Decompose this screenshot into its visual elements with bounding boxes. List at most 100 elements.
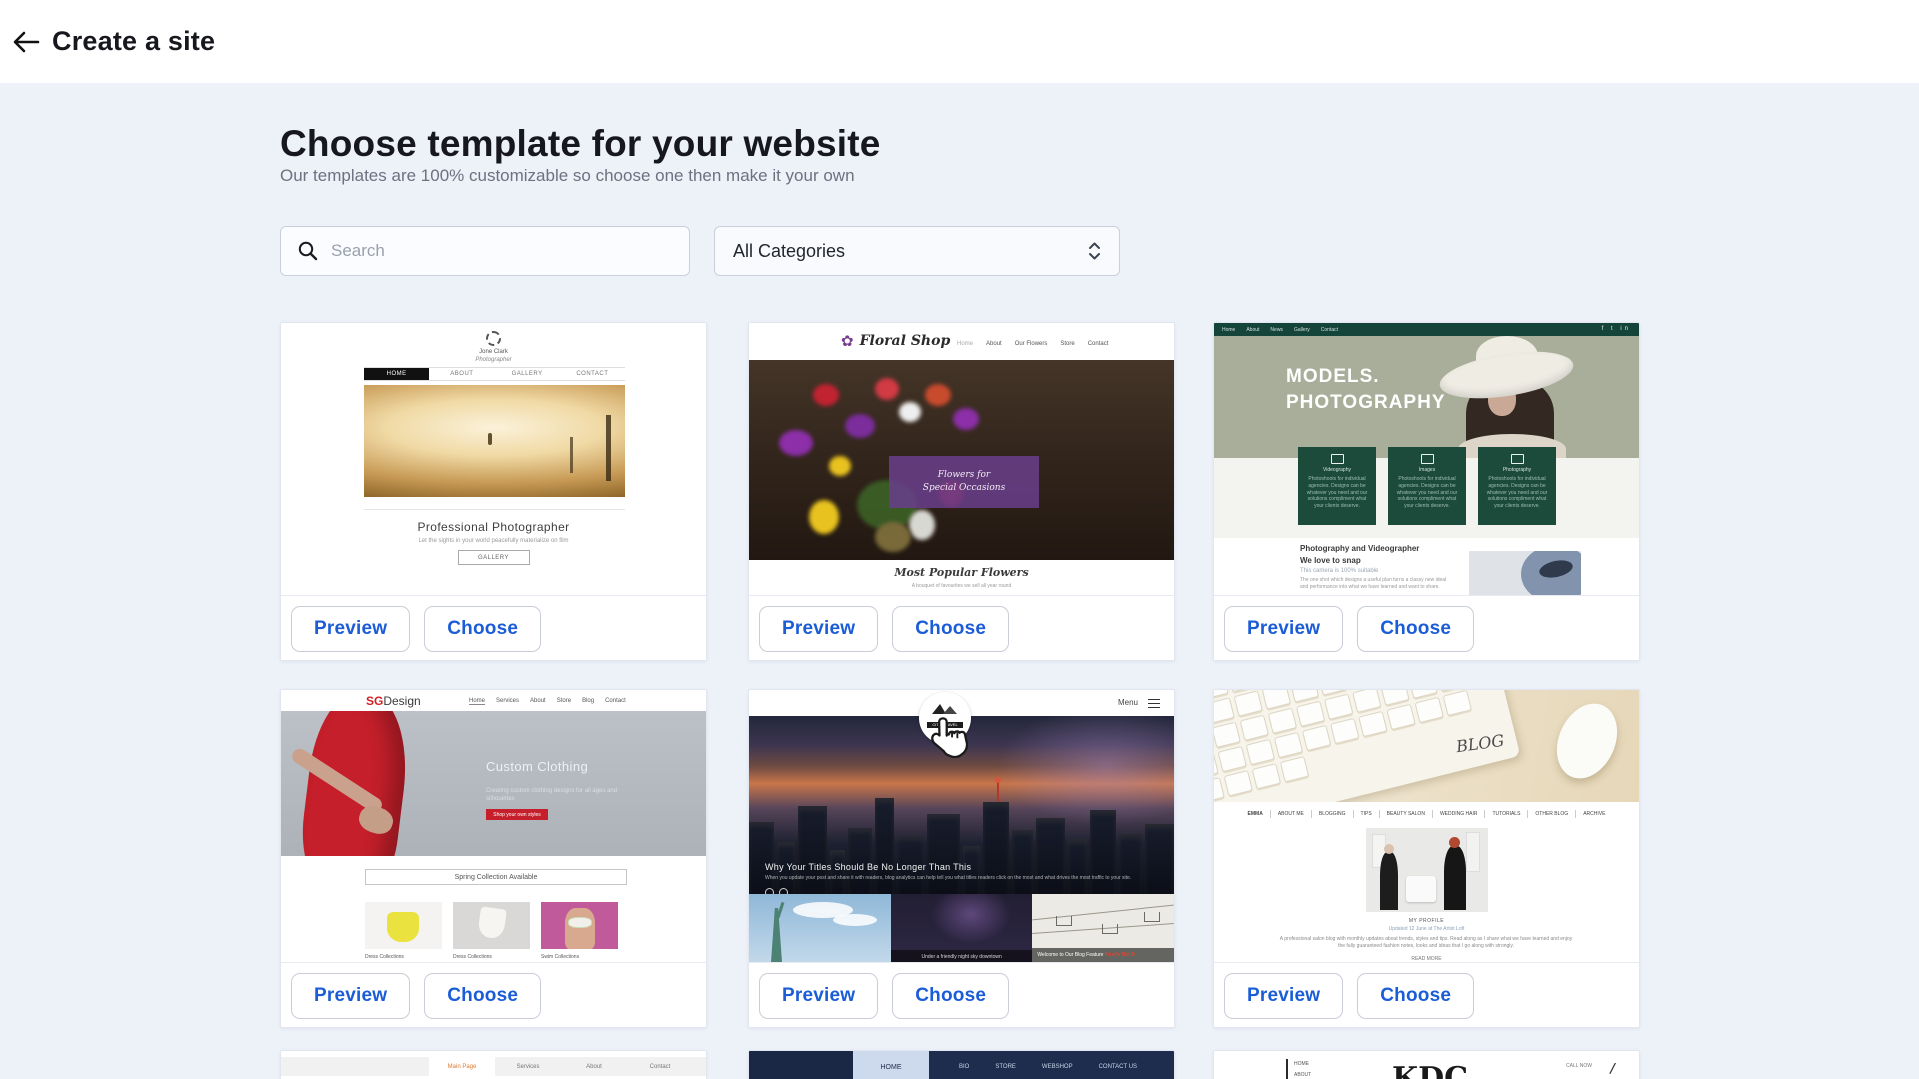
hero-image-sunset-field	[364, 385, 625, 497]
preview-button[interactable]: Preview	[1224, 973, 1343, 1019]
nav-item: CONTACT	[560, 368, 625, 380]
site-title: Professional Photographer	[281, 520, 706, 534]
search-input[interactable]	[331, 241, 661, 261]
site-brand: KDC	[1392, 1061, 1468, 1079]
photo-subcaption: Updated 12 June at The Artist Loft	[1214, 926, 1639, 932]
product-image-yellow-dress	[365, 902, 442, 949]
feature-card: Photography Photoshoots for individual a…	[1478, 447, 1556, 525]
site-nav: HomeServicesAboutStoreBlogContact	[469, 698, 626, 705]
nav-item: ARCHIVE	[1576, 810, 1612, 818]
site-navbar: HOME BIOSTOREWEBSHOPCONTACT US	[749, 1051, 1174, 1079]
site-nav: HomeAboutOur FlowersStoreContact	[957, 341, 1108, 347]
thumb-statue-of-liberty	[749, 894, 891, 962]
preview-button[interactable]: Preview	[291, 973, 410, 1019]
thumb-night-city: Under a friendly night sky downtown	[891, 894, 1033, 962]
template-card-sg-design: SGDesign HomeServicesAboutStoreBlogConta…	[280, 689, 707, 1028]
search-box[interactable]	[280, 226, 690, 276]
template-card-keyboard-blog: BLOG EMMAABOUT MEBLOGGINGTIPSBEAUTY SALO…	[1213, 689, 1640, 1028]
blog-thumbnails: Under a friendly night sky downtown Welc…	[749, 894, 1174, 962]
category-value: All Categories	[733, 241, 845, 262]
template-thumbnail[interactable]: Menu Why Your Titles Should Be No Longer…	[749, 690, 1174, 962]
page-root: Create a site Choose template for your w…	[0, 0, 1919, 1079]
banner-box: Spring Collection Available	[365, 869, 627, 885]
choose-button[interactable]: Choose	[892, 606, 1009, 652]
template-thumbnail[interactable]: HOME BIOSTOREWEBSHOPCONTACT US	[749, 1051, 1174, 1079]
card-footer: Preview Choose	[749, 962, 1174, 1028]
about-subtitle: We love to snap	[1300, 556, 1361, 565]
arrow-left-icon	[12, 30, 40, 54]
photo-caption: MY PROFILE	[1214, 918, 1639, 924]
image-icon	[1421, 454, 1434, 464]
antenna-tower	[997, 780, 999, 802]
hero-overlay: Flowers for Special Occasions	[889, 456, 1039, 508]
card-footer: Preview Choose	[281, 595, 706, 661]
template-thumbnail[interactable]: SGDesign HomeServicesAboutStoreBlogConta…	[281, 690, 706, 962]
choose-button[interactable]: Choose	[1357, 606, 1474, 652]
mouse	[1546, 694, 1629, 788]
hamburger-icon	[1148, 699, 1160, 708]
template-thumbnail[interactable]: ✿ Floral Shop HomeAboutOur FlowersStoreC…	[749, 323, 1174, 595]
nav-item: Store	[1060, 341, 1074, 347]
preview-button[interactable]: Preview	[759, 606, 878, 652]
nav-item: About	[986, 341, 1002, 347]
nav-item: TUTORIALS	[1485, 810, 1528, 818]
choose-button[interactable]: Choose	[1357, 973, 1474, 1019]
hero-title: Custom Clothing	[486, 759, 588, 774]
site-nav: HOMEABOUTGALLERYCONTACT	[364, 367, 625, 381]
nav-item: WEDDING HAIR	[1433, 810, 1486, 818]
product-label: Dress Collections	[453, 954, 492, 960]
hero-cta: Shop your own styles	[486, 809, 548, 820]
preview-button[interactable]: Preview	[291, 606, 410, 652]
nav-item: Services	[495, 1057, 561, 1076]
nav-item: ABOUT ME	[1271, 810, 1312, 818]
template-thumbnail[interactable]: BLOG EMMAABOUT MEBLOGGINGTIPSBEAUTY SALO…	[1214, 690, 1639, 962]
preview-button[interactable]: Preview	[759, 973, 878, 1019]
template-thumbnail[interactable]: Jone Clark Photographer HOMEABOUTGALLERY…	[281, 323, 706, 595]
menu-label: Menu	[1118, 698, 1138, 707]
nav-item: Our Flowers	[1015, 341, 1048, 347]
section-heading: Choose template for your website	[280, 123, 881, 165]
search-icon	[297, 240, 319, 262]
nav-item: Contact	[627, 1057, 693, 1076]
preview-button[interactable]: Preview	[1224, 606, 1343, 652]
nav-item: EMMA	[1241, 810, 1271, 818]
template-thumbnail[interactable]: HOME ABOUT KDC CALL NOW /	[1214, 1051, 1639, 1079]
active-tab: HOME	[853, 1051, 929, 1079]
template-card-navy-site: HOME BIOSTOREWEBSHOPCONTACT US	[748, 1050, 1175, 1079]
section-subheading: Our templates are 100% customizable so c…	[280, 166, 855, 186]
nav-item: Home	[1222, 327, 1235, 333]
nav-item: Main Page	[429, 1057, 495, 1076]
slash-mark: /	[1608, 1061, 1616, 1079]
about-note: This camera is 100% suitable	[1300, 568, 1378, 574]
template-thumbnail[interactable]: HomeAboutNewsGalleryContact f t in MODEL…	[1214, 323, 1639, 595]
template-card-tabs-site: Main PageServicesAboutContact	[280, 1050, 707, 1079]
card-footer: Preview Choose	[749, 595, 1174, 661]
choose-button[interactable]: Choose	[424, 973, 541, 1019]
about-title: Photography and Videographer	[1300, 544, 1419, 553]
hero-title: Why Your Titles Should Be No Longer Than…	[765, 862, 971, 872]
hero-image-tulips: Flowers for Special Occasions	[749, 360, 1174, 560]
nav-item: BLOGGING	[1312, 810, 1354, 818]
choose-button[interactable]: Choose	[424, 606, 541, 652]
site-cta: GALLERY	[458, 550, 530, 565]
social-icons: f t in	[1602, 326, 1631, 332]
mountains-icon	[930, 701, 960, 715]
site-nav: BIOSTOREWEBSHOPCONTACT US	[959, 1064, 1137, 1070]
nav-item: GALLERY	[495, 368, 560, 380]
site-logo-role: Photographer	[281, 357, 706, 363]
nav-item: TIPS	[1354, 810, 1380, 818]
camera-icon	[1511, 454, 1524, 464]
back-button[interactable]	[8, 28, 44, 58]
film-icon	[1331, 454, 1344, 464]
card-footer: Preview Choose	[1214, 962, 1639, 1028]
choose-button[interactable]: Choose	[892, 973, 1009, 1019]
nav-item: Gallery	[1294, 327, 1310, 333]
category-select[interactable]: All Categories	[714, 226, 1120, 276]
nav-item: About	[561, 1057, 627, 1076]
nav-item: STORE	[995, 1064, 1016, 1070]
template-thumbnail[interactable]: Main PageServicesAboutContact	[281, 1051, 706, 1079]
nav-item: Contact	[1088, 341, 1109, 347]
menu-item: HOME	[1294, 1061, 1309, 1067]
card-footer: Preview Choose	[1214, 595, 1639, 661]
nav-item: BEAUTY SALON	[1380, 810, 1433, 818]
